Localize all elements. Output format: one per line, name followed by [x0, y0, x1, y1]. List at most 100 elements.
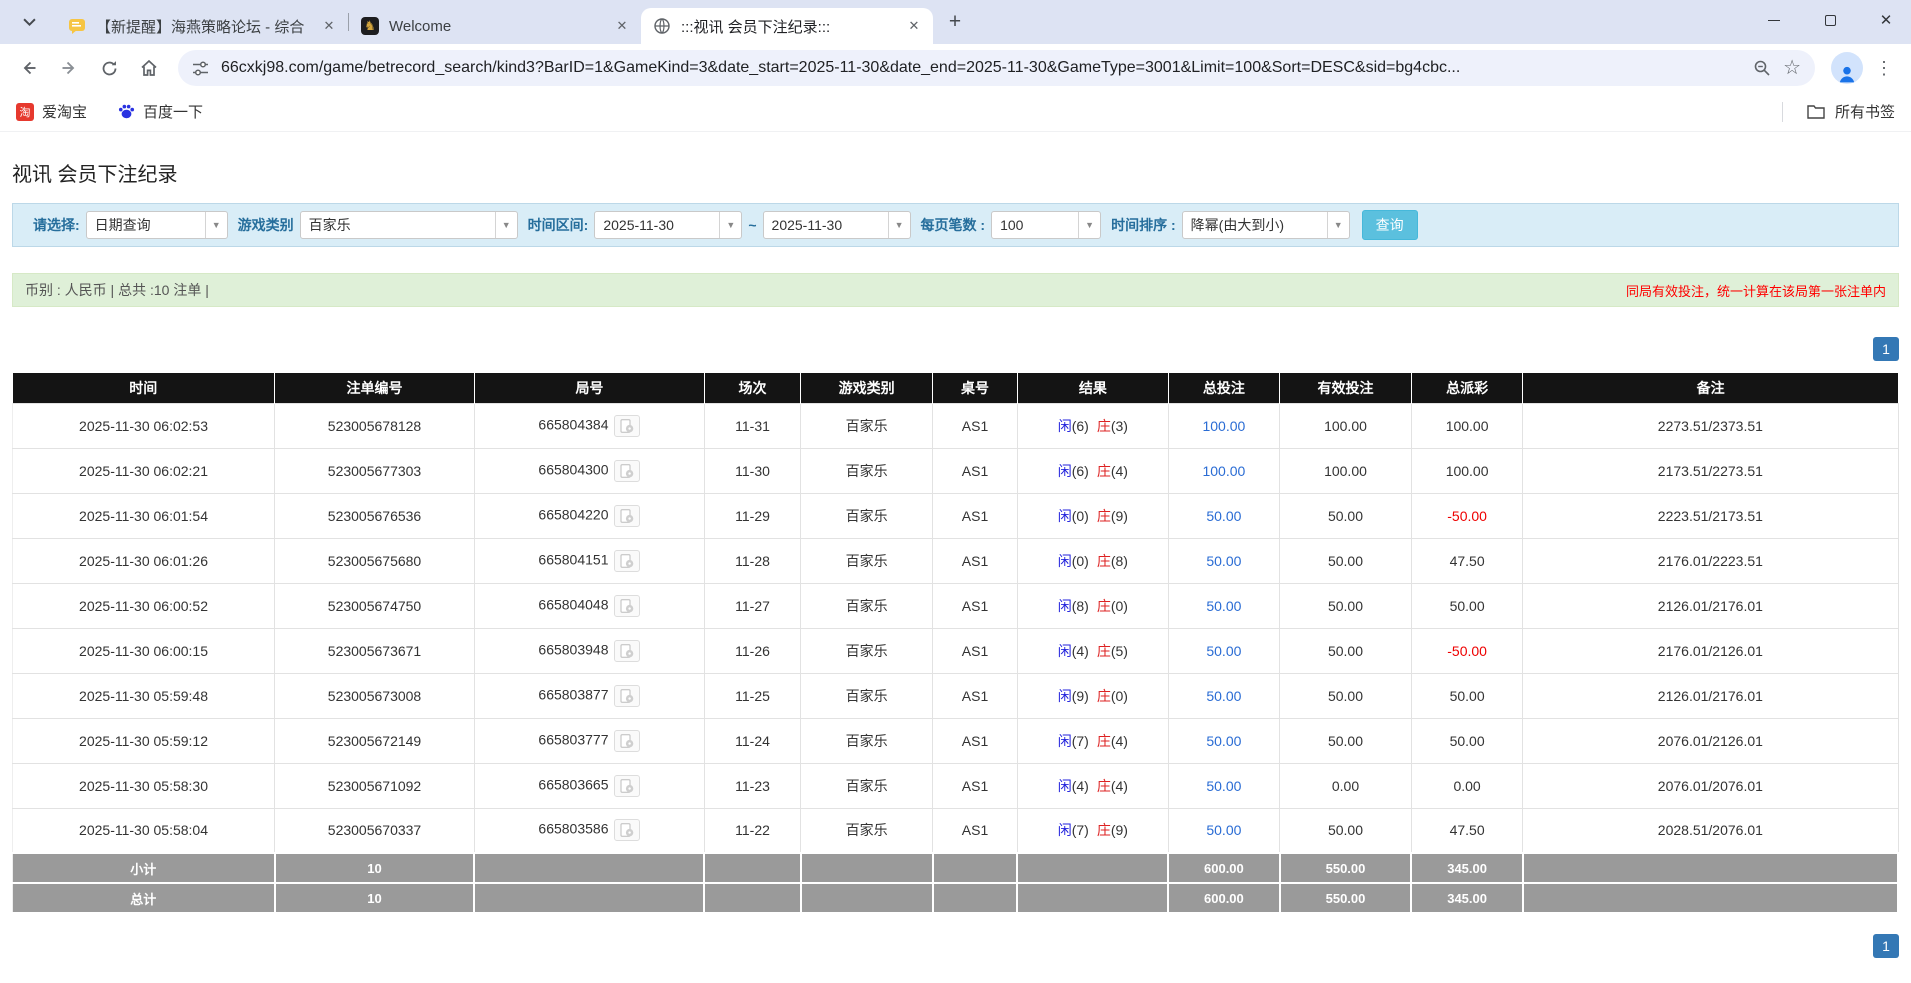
total-bet-link[interactable]: 50.00	[1206, 508, 1241, 524]
video-replay-icon[interactable]	[614, 505, 640, 527]
video-replay-icon[interactable]	[614, 730, 640, 752]
page-number-button[interactable]: 1	[1873, 337, 1899, 361]
round-number: 665803586	[538, 821, 608, 837]
cell-table-no: AS1	[933, 583, 1018, 628]
page-size-value: 100	[992, 217, 1078, 233]
cell-valid-bet: 50.00	[1280, 583, 1412, 628]
table-row: 2025-11-30 06:02:21 523005677303 6658043…	[13, 448, 1899, 493]
cell-payout: 47.50	[1411, 538, 1522, 583]
date-start-value: 2025-11-30	[595, 217, 719, 233]
site-info-tune-icon[interactable]	[192, 60, 209, 77]
profile-avatar[interactable]	[1831, 52, 1863, 84]
total-bet-link[interactable]: 50.00	[1206, 733, 1241, 749]
url-bar[interactable]: 66cxkj98.com/game/betrecord_search/kind3…	[178, 50, 1815, 86]
video-replay-icon[interactable]	[614, 685, 640, 707]
back-icon[interactable]	[12, 51, 46, 85]
cell-result: 闲(6)庄(4)	[1017, 448, 1168, 493]
sort-select[interactable]: 降幂(由大到小) ▼	[1182, 211, 1350, 239]
tab-close-icon[interactable]: ✕	[905, 17, 923, 35]
cell-note: 2176.01/2126.01	[1523, 628, 1898, 673]
game-type-label: 游戏类别	[238, 215, 294, 235]
video-replay-icon[interactable]	[614, 775, 640, 797]
player-result: 闲	[1058, 778, 1072, 794]
cell-result: 闲(9)庄(0)	[1017, 673, 1168, 718]
video-replay-icon[interactable]	[614, 460, 640, 482]
page-number-button[interactable]: 1	[1873, 934, 1899, 958]
col-bet-id: 注单编号	[275, 373, 475, 403]
cell-note: 2028.51/2076.01	[1523, 808, 1898, 853]
cell-table-no: AS1	[933, 538, 1018, 583]
cell-game-type: 百家乐	[801, 493, 933, 538]
cell-valid-bet: 50.00	[1280, 628, 1412, 673]
reload-icon[interactable]	[92, 51, 126, 85]
subtotal-payout: 345.00	[1411, 853, 1522, 883]
url-text[interactable]: 66cxkj98.com/game/betrecord_search/kind3…	[221, 59, 1741, 77]
bookmark-taobao[interactable]: 淘 爱淘宝	[16, 101, 87, 122]
total-bet-link[interactable]: 50.00	[1206, 553, 1241, 569]
total-bet-link[interactable]: 50.00	[1206, 598, 1241, 614]
cell-table-no: AS1	[933, 628, 1018, 673]
total-bet-link[interactable]: 100.00	[1202, 418, 1245, 434]
banker-result: 庄	[1097, 463, 1111, 479]
total-bet-link[interactable]: 50.00	[1206, 822, 1241, 838]
cell-game-type: 百家乐	[801, 583, 933, 628]
bookmark-star-icon[interactable]: ☆	[1783, 58, 1801, 78]
cell-round: 665804220	[474, 493, 704, 538]
tab-bet-records-active[interactable]: :::视讯 会员下注纪录::: ✕	[641, 8, 933, 44]
cell-total-bet: 50.00	[1168, 808, 1279, 853]
game-type-select[interactable]: 百家乐 ▼	[300, 211, 518, 239]
video-replay-icon[interactable]	[614, 640, 640, 662]
table-row: 2025-11-30 06:02:53 523005678128 6658043…	[13, 403, 1899, 448]
total-bet-link[interactable]: 100.00	[1202, 463, 1245, 479]
video-replay-icon[interactable]	[614, 595, 640, 617]
total-bet-link[interactable]: 50.00	[1206, 643, 1241, 659]
video-replay-icon[interactable]	[614, 415, 640, 437]
filter-bar: 请选择: 日期查询 ▼ 游戏类别 百家乐 ▼ 时间区间: 2025-11-30 …	[12, 203, 1899, 247]
video-replay-icon[interactable]	[614, 550, 640, 572]
cell-result: 闲(4)庄(5)	[1017, 628, 1168, 673]
video-replay-icon[interactable]	[614, 819, 640, 841]
cell-game-type: 百家乐	[801, 628, 933, 673]
date-end-select[interactable]: 2025-11-30 ▼	[763, 211, 911, 239]
maximize-button[interactable]	[1815, 6, 1845, 34]
total-bet-link[interactable]: 50.00	[1206, 778, 1241, 794]
round-number: 665803877	[538, 686, 608, 702]
bookmarks-divider	[1782, 102, 1783, 122]
all-bookmarks[interactable]: 所有书签	[1782, 101, 1895, 122]
player-result: 闲	[1058, 553, 1072, 569]
round-number: 665804048	[538, 596, 608, 612]
tab-search-chevron-icon[interactable]	[16, 9, 42, 35]
minimize-button[interactable]	[1759, 6, 1789, 34]
cell-total-bet: 100.00	[1168, 403, 1279, 448]
cell-session: 11-27	[704, 583, 800, 628]
date-start-select[interactable]: 2025-11-30 ▼	[594, 211, 742, 239]
zoom-magnifier-icon[interactable]	[1753, 59, 1771, 77]
table-body: 2025-11-30 06:02:53 523005678128 6658043…	[13, 403, 1899, 853]
home-icon[interactable]	[132, 51, 166, 85]
page-size-select[interactable]: 100 ▼	[991, 211, 1101, 239]
tab-forum[interactable]: 【新提醒】海燕策略论坛 - 综合 ✕	[56, 8, 348, 44]
new-tab-button[interactable]: +	[941, 8, 969, 36]
col-result: 结果	[1017, 373, 1168, 403]
tab-close-icon[interactable]: ✕	[320, 17, 338, 35]
table-row: 2025-11-30 06:01:54 523005676536 6658042…	[13, 493, 1899, 538]
tab-close-icon[interactable]: ✕	[613, 17, 631, 35]
close-button[interactable]: ✕	[1871, 6, 1901, 34]
cell-valid-bet: 50.00	[1280, 673, 1412, 718]
total-total-bet: 600.00	[1168, 883, 1279, 913]
browser-menu-kebab-icon[interactable]: ⋮	[1869, 58, 1899, 79]
search-mode-select[interactable]: 日期查询 ▼	[86, 211, 228, 239]
cell-note: 2223.51/2173.51	[1523, 493, 1898, 538]
cell-note: 2273.51/2373.51	[1523, 403, 1898, 448]
bookmark-baidu[interactable]: 百度一下	[117, 101, 203, 122]
total-bet-link[interactable]: 50.00	[1206, 688, 1241, 704]
cell-payout: 47.50	[1411, 808, 1522, 853]
cell-time: 2025-11-30 06:02:53	[13, 403, 275, 448]
window-controls: ✕	[1759, 6, 1901, 34]
cell-result: 闲(7)庄(4)	[1017, 718, 1168, 763]
table-row: 2025-11-30 05:59:48 523005673008 6658038…	[13, 673, 1899, 718]
tab-welcome[interactable]: ♞ Welcome ✕	[349, 8, 641, 44]
query-button[interactable]: 查询	[1362, 210, 1418, 240]
cell-payout: 100.00	[1411, 403, 1522, 448]
forward-icon[interactable]	[52, 51, 86, 85]
